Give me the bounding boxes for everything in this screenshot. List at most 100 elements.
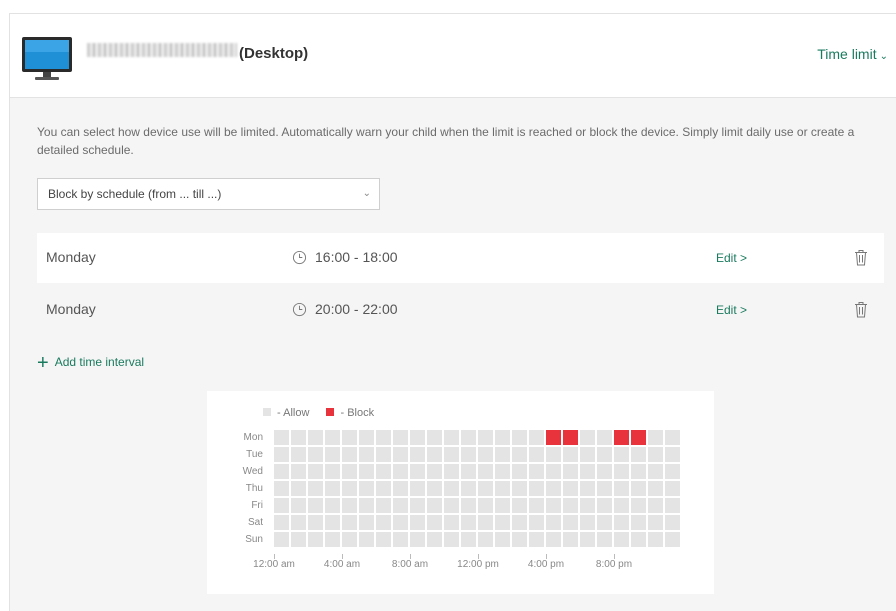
allowed-hour-cell bbox=[342, 532, 357, 547]
allowed-hour-cell bbox=[427, 430, 442, 445]
allowed-hour-cell bbox=[359, 498, 374, 513]
allowed-hour-cell bbox=[444, 532, 459, 547]
blocked-hour-cell bbox=[614, 430, 629, 445]
allowed-hour-cell bbox=[410, 464, 425, 479]
allowed-hour-cell bbox=[580, 464, 595, 479]
limit-type-select[interactable]: Block by schedule (from ... till ...) ⌄ bbox=[37, 178, 380, 210]
edit-interval-link[interactable]: Edit > bbox=[716, 303, 747, 317]
allowed-hour-cell bbox=[546, 481, 561, 496]
trash-icon[interactable] bbox=[854, 249, 868, 266]
chart-legend: - Allow - Block bbox=[263, 407, 388, 419]
allowed-hour-cell bbox=[478, 447, 493, 462]
limit-description: You can select how device use will be li… bbox=[37, 125, 855, 157]
allowed-hour-cell bbox=[665, 515, 680, 530]
chevron-down-icon: ⌄ bbox=[362, 188, 371, 199]
allowed-hour-cell bbox=[308, 532, 323, 547]
device-title: (Desktop) bbox=[239, 45, 309, 62]
allowed-hour-cell bbox=[427, 464, 442, 479]
interval-day: Monday bbox=[46, 249, 96, 265]
allowed-hour-cell bbox=[614, 515, 629, 530]
allowed-hour-cell bbox=[325, 515, 340, 530]
allowed-hour-cell bbox=[529, 464, 544, 479]
allowed-hour-cell bbox=[648, 481, 663, 496]
allowed-hour-cell bbox=[665, 481, 680, 496]
day-label: Sat bbox=[247, 517, 263, 528]
allowed-hour-cell bbox=[461, 447, 476, 462]
edit-interval-link[interactable]: Edit > bbox=[716, 251, 747, 265]
allowed-hour-cell bbox=[563, 515, 578, 530]
allowed-hour-cell bbox=[563, 532, 578, 547]
allowed-hour-cell bbox=[291, 498, 306, 513]
hour-label: 12:00 am bbox=[253, 559, 295, 570]
allowed-hour-cell bbox=[461, 498, 476, 513]
allowed-hour-cell bbox=[665, 447, 680, 462]
allow-swatch bbox=[263, 408, 271, 416]
add-time-interval-button[interactable]: + Add time interval bbox=[37, 352, 144, 375]
allowed-hour-cell bbox=[597, 430, 612, 445]
allowed-hour-cell bbox=[291, 430, 306, 445]
allowed-hour-cell bbox=[478, 481, 493, 496]
allowed-hour-cell bbox=[478, 430, 493, 445]
allowed-hour-cell bbox=[614, 447, 629, 462]
allowed-hour-cell bbox=[563, 447, 578, 462]
allowed-hour-cell bbox=[580, 481, 595, 496]
allowed-hour-cell bbox=[376, 430, 391, 445]
allowed-hour-cell bbox=[274, 464, 289, 479]
allowed-hour-cell bbox=[393, 515, 408, 530]
legend-allow-label: - Allow bbox=[277, 407, 310, 419]
allowed-hour-cell bbox=[512, 447, 527, 462]
allowed-hour-cell bbox=[495, 515, 510, 530]
allowed-hour-cell bbox=[376, 532, 391, 547]
allowed-hour-cell bbox=[495, 430, 510, 445]
allowed-hour-cell bbox=[274, 481, 289, 496]
allowed-hour-cell bbox=[614, 464, 629, 479]
allowed-hour-cell bbox=[597, 498, 612, 513]
allowed-hour-cell bbox=[478, 532, 493, 547]
allowed-hour-cell bbox=[308, 498, 323, 513]
desktop-monitor-icon bbox=[22, 37, 72, 80]
allowed-hour-cell bbox=[291, 532, 306, 547]
interval-time: 16:00 - 18:00 bbox=[315, 249, 398, 265]
day-label: Sun bbox=[245, 534, 263, 545]
allowed-hour-cell bbox=[291, 447, 306, 462]
time-limit-dropdown[interactable]: Time limit ⌄ bbox=[817, 46, 888, 62]
allowed-hour-cell bbox=[359, 515, 374, 530]
allowed-hour-cell bbox=[614, 481, 629, 496]
allowed-hour-cell bbox=[529, 447, 544, 462]
allowed-hour-cell bbox=[308, 430, 323, 445]
interval-row: Monday 20:00 - 22:00 Edit > bbox=[37, 285, 884, 335]
allowed-hour-cell bbox=[376, 515, 391, 530]
allowed-hour-cell bbox=[461, 481, 476, 496]
allowed-hour-cell bbox=[580, 532, 595, 547]
legend-block: - Block bbox=[326, 407, 374, 419]
legend-block-label: - Block bbox=[340, 407, 375, 419]
allowed-hour-cell bbox=[444, 515, 459, 530]
allowed-hour-cell bbox=[410, 498, 425, 513]
allowed-hour-cell bbox=[529, 532, 544, 547]
allowed-hour-cell bbox=[444, 464, 459, 479]
allowed-hour-cell bbox=[512, 430, 527, 445]
allowed-hour-cell bbox=[478, 498, 493, 513]
allowed-hour-cell bbox=[393, 532, 408, 547]
allowed-hour-cell bbox=[291, 515, 306, 530]
allowed-hour-cell bbox=[427, 515, 442, 530]
allowed-hour-cell bbox=[563, 464, 578, 479]
allowed-hour-cell bbox=[478, 464, 493, 479]
add-time-interval-label: Add time interval bbox=[54, 355, 145, 369]
trash-icon[interactable] bbox=[854, 301, 868, 318]
allowed-hour-cell bbox=[325, 498, 340, 513]
allowed-hour-cell bbox=[342, 515, 357, 530]
allowed-hour-cell bbox=[563, 481, 578, 496]
allowed-hour-cell bbox=[580, 447, 595, 462]
hour-label: 4:00 pm bbox=[527, 559, 565, 570]
interval-day: Monday bbox=[46, 301, 96, 317]
allowed-hour-cell bbox=[461, 464, 476, 479]
allowed-hour-cell bbox=[665, 430, 680, 445]
allowed-hour-cell bbox=[597, 532, 612, 547]
allowed-hour-cell bbox=[529, 498, 544, 513]
allowed-hour-cell bbox=[308, 447, 323, 462]
allowed-hour-cell bbox=[512, 532, 527, 547]
allowed-hour-cell bbox=[359, 532, 374, 547]
allowed-hour-cell bbox=[342, 430, 357, 445]
allowed-hour-cell bbox=[546, 447, 561, 462]
